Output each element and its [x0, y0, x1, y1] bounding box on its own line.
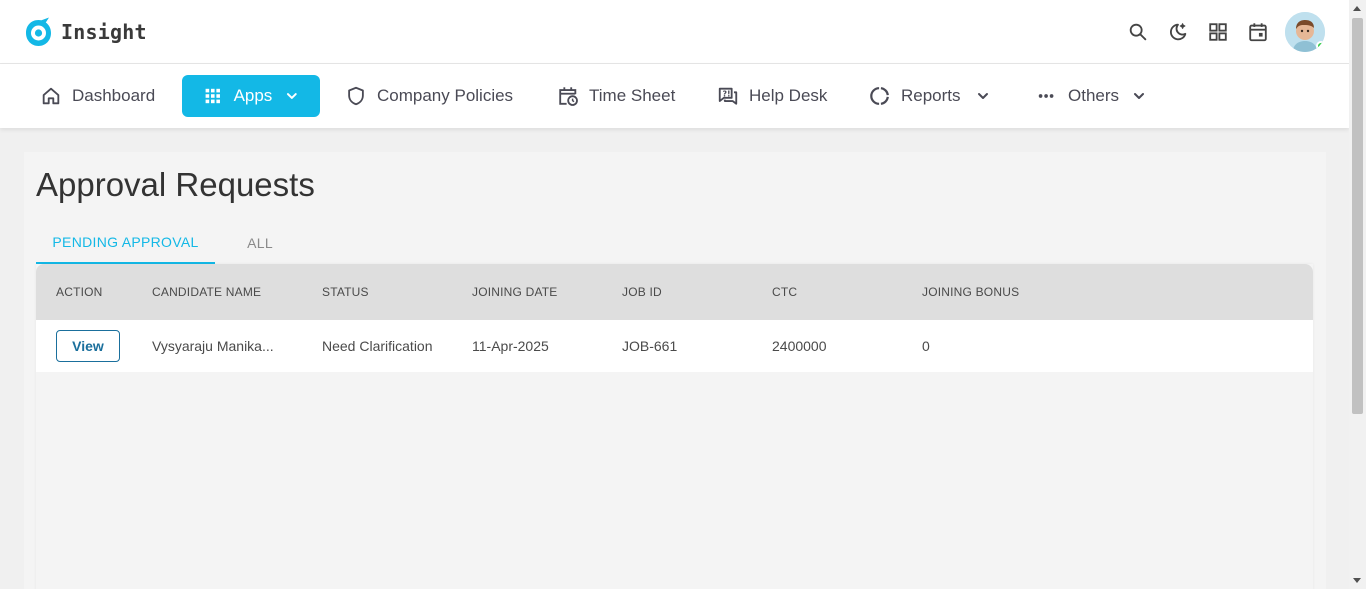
- column-header-status[interactable]: STATUS: [322, 264, 369, 320]
- apps-grid-icon: [205, 88, 220, 104]
- calendar-icon[interactable]: [1247, 21, 1269, 43]
- column-header-ctc[interactable]: CTC: [772, 264, 797, 320]
- approval-tabs: PENDING APPROVAL ALL: [36, 222, 1313, 264]
- nav-others[interactable]: Others: [1036, 75, 1147, 117]
- status-cell: Need Clarification: [322, 338, 433, 354]
- tab-all[interactable]: ALL: [215, 222, 305, 264]
- chevron-down-icon: [1134, 93, 1145, 99]
- search-icon[interactable]: [1127, 21, 1149, 43]
- nav-time-sheet[interactable]: Time Sheet: [557, 75, 675, 117]
- chevron-down-icon: [977, 93, 988, 99]
- nav-apps-label: Apps: [233, 86, 273, 105]
- nav-dashboard[interactable]: Dashboard: [40, 75, 155, 117]
- main-content: Approval Requests PENDING APPROVAL ALL A…: [24, 152, 1326, 589]
- scrollbar-thumb[interactable]: [1352, 18, 1363, 414]
- calendar-clock-icon: [559, 87, 578, 106]
- view-button[interactable]: View: [56, 330, 120, 362]
- nav-reports-label: Reports: [901, 86, 961, 105]
- table-row: View Vysyaraju Manika... Need Clarificat…: [36, 320, 1313, 372]
- column-header-candidate-name[interactable]: CANDIDATE NAME: [152, 264, 261, 320]
- top-header: Insight: [0, 0, 1349, 64]
- table-header: ACTION CANDIDATE NAME STATUS JOINING DAT…: [36, 264, 1313, 320]
- column-header-action[interactable]: ACTION: [56, 264, 103, 320]
- nav-time-sheet-label: Time Sheet: [589, 86, 676, 105]
- approval-table: ACTION CANDIDATE NAME STATUS JOINING DAT…: [36, 264, 1313, 589]
- page-scrollbar[interactable]: [1349, 0, 1366, 589]
- app-logo[interactable]: Insight: [24, 16, 147, 47]
- pie-chart-icon: [870, 87, 889, 105]
- job-id-cell: JOB-661: [622, 338, 678, 354]
- moon-star-icon[interactable]: [1167, 21, 1189, 43]
- nav-company-policies-label: Company Policies: [377, 86, 514, 105]
- main-nav: Dashboard Apps Company Policies Time She…: [0, 64, 1349, 128]
- nav-apps[interactable]: Apps: [182, 75, 320, 117]
- nav-company-policies[interactable]: Company Policies: [345, 75, 513, 117]
- chevron-down-icon: [287, 93, 298, 99]
- page-title: Approval Requests: [36, 166, 315, 203]
- more-horizontal-icon: [1038, 94, 1054, 98]
- action-cell: View: [56, 320, 120, 372]
- tab-pending-approval[interactable]: PENDING APPROVAL: [36, 222, 215, 264]
- logo-icon: [26, 17, 51, 46]
- column-header-joining-date[interactable]: JOINING DATE: [472, 264, 558, 320]
- column-header-job-id[interactable]: JOB ID: [622, 264, 662, 320]
- user-avatar[interactable]: [1285, 12, 1325, 52]
- nav-help-desk-label: Help Desk: [749, 86, 828, 105]
- scroll-up-arrow-icon[interactable]: [1353, 6, 1361, 11]
- nav-help-desk[interactable]: ?! Help Desk: [717, 75, 827, 117]
- nav-dashboard-label: Dashboard: [72, 86, 156, 105]
- scroll-down-arrow-icon[interactable]: [1353, 578, 1361, 583]
- shield-icon: [348, 86, 364, 106]
- joining-date-cell: 11-Apr-2025: [472, 338, 549, 354]
- ctc-cell: 2400000: [772, 338, 827, 354]
- home-icon: [42, 87, 60, 105]
- joining-bonus-cell: 0: [922, 338, 930, 354]
- column-header-joining-bonus[interactable]: JOINING BONUS: [922, 264, 1019, 320]
- svg-text:?!: ?!: [723, 89, 731, 98]
- nav-others-label: Others: [1068, 86, 1120, 105]
- online-status-dot: [1316, 41, 1325, 51]
- help-desk-icon: ?!: [718, 87, 738, 105]
- candidate-name-cell: Vysyaraju Manika...: [152, 338, 274, 354]
- grid-icon[interactable]: [1207, 21, 1229, 43]
- nav-reports[interactable]: Reports: [869, 75, 991, 117]
- app-name: Insight: [61, 19, 147, 44]
